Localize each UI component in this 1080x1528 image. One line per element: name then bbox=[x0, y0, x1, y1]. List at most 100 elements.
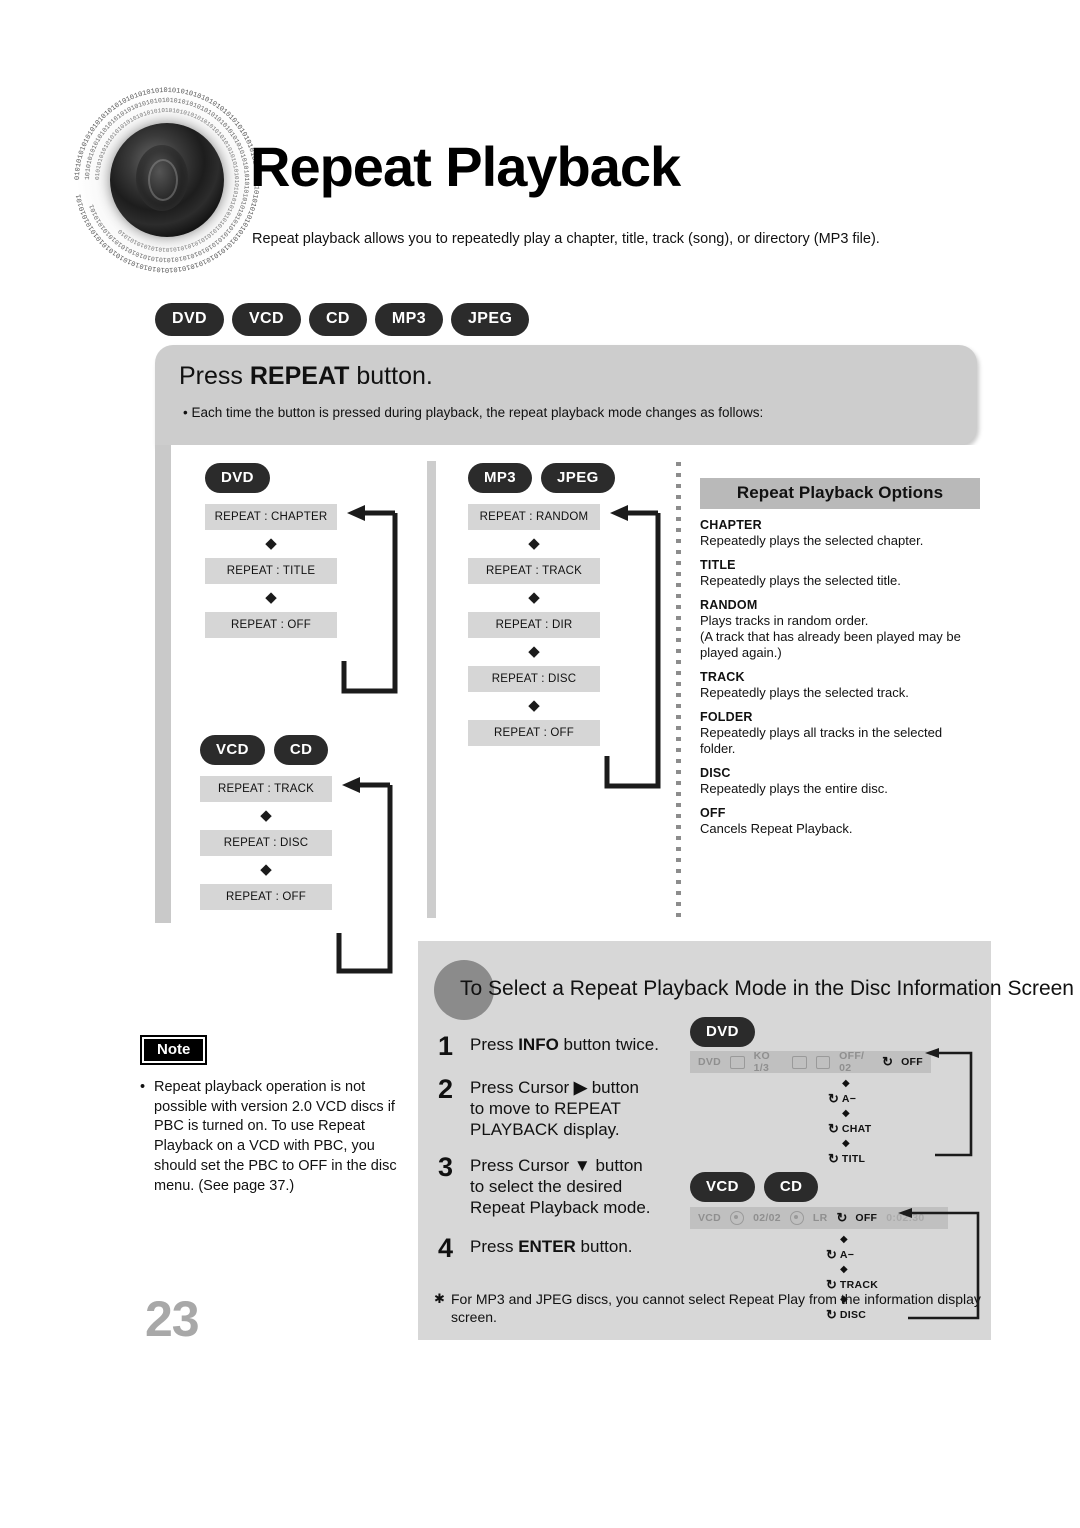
osd-dvd-chain-item-1: ↻ A− bbox=[828, 1090, 872, 1107]
flow-dvd-badges: DVD bbox=[205, 463, 337, 493]
osd-badge-cd: CD bbox=[763, 1172, 819, 1202]
option-term-disc: DISC bbox=[700, 765, 731, 780]
page-header: 0101010101010101010101010101010101010101… bbox=[0, 0, 1080, 300]
repeat-icon: ↻ bbox=[826, 1276, 837, 1292]
page-subtitle: Repeat playback allows you to repeatedly… bbox=[252, 231, 880, 247]
chain-label: A− bbox=[839, 1248, 855, 1261]
flow-mp3-step-1: REPEAT : RANDOM bbox=[468, 504, 600, 530]
column-divider bbox=[427, 461, 436, 918]
option-term-random: RANDOM bbox=[700, 597, 758, 612]
flow-vcd-step-1: REPEAT : TRACK bbox=[200, 776, 332, 802]
disc-badge-mp3: MP3 bbox=[374, 303, 443, 336]
option-entry: OFF Cancels Repeat Playback. bbox=[700, 806, 980, 837]
dolby-digital-icon bbox=[792, 1055, 807, 1069]
caption-icon bbox=[815, 1055, 831, 1069]
disc-badge-jpeg: JPEG bbox=[451, 303, 530, 336]
repeat-icon: ↻ bbox=[882, 1054, 893, 1069]
osd-vcd-cd-badges: VCD CD bbox=[690, 1172, 819, 1202]
step-4-prefix: Press bbox=[470, 1237, 519, 1256]
step-2-number: 2 bbox=[438, 1074, 454, 1104]
dotted-divider bbox=[676, 462, 681, 917]
option-def-chapter: Repeatedly plays the selected chapter. bbox=[700, 533, 924, 548]
step-1-prefix: Press bbox=[470, 1035, 519, 1054]
step-3-number: 3 bbox=[438, 1152, 454, 1182]
osd-vcd-chain-item-1: ↻ A− bbox=[826, 1246, 878, 1263]
flow-dvd: DVD REPEAT : CHAPTER ◆ REPEAT : TITLE ◆ … bbox=[205, 463, 398, 694]
step-4-suffix: button. bbox=[575, 1237, 633, 1256]
flow-mp3-step-3: REPEAT : DIR bbox=[468, 612, 600, 638]
press-repeat-panel: Press REPEAT button. • Each time the but… bbox=[155, 345, 977, 445]
flow-badge-mp3: MP3 bbox=[468, 463, 533, 493]
step-4: 4 Press ENTER button. bbox=[438, 1233, 688, 1263]
osd-vcd-field-disc: VCD bbox=[698, 1212, 722, 1224]
osd-dvd-field-angle: OFF/ 02 bbox=[839, 1050, 865, 1074]
page-number: 23 bbox=[145, 1291, 200, 1347]
disc-info-title: To Select a Repeat Playback Mode in the … bbox=[460, 977, 1074, 1000]
osd-dvd-loop-arrow bbox=[925, 1048, 973, 1157]
osd-vcd-repeat-value: OFF bbox=[855, 1212, 878, 1224]
flow-vcd-cd: VCD CD REPEAT : TRACK ◆ REPEAT : DISC ◆ … bbox=[200, 735, 393, 974]
osd-dvd-chain: ◆ ↻ A− ◆ ↻ CHAT ◆ ↻ TITL bbox=[828, 1077, 872, 1167]
cursor-right-icon: ▶ bbox=[573, 1078, 587, 1097]
option-entry: DISC Repeatedly plays the entire disc. bbox=[700, 766, 980, 797]
heading-bold: REPEAT bbox=[249, 362, 350, 390]
osd-dvd-chain-item-2: ↻ CHAT bbox=[828, 1120, 872, 1137]
flow-vcd-step-2: REPEAT : DISC bbox=[200, 830, 332, 856]
flow-badge-vcd: VCD bbox=[200, 735, 265, 765]
flow-arrow-icon: ◆ bbox=[265, 589, 277, 606]
note-label: Note bbox=[140, 1035, 208, 1065]
chain-arrow-icon: ◆ bbox=[840, 1294, 848, 1305]
left-gray-rail bbox=[155, 445, 171, 923]
option-term-track: TRACK bbox=[700, 669, 745, 684]
flow-badge-cd: CD bbox=[273, 735, 329, 765]
flow-arrow-icon: ◆ bbox=[528, 643, 540, 660]
note-block: Note Repeat playback operation is not po… bbox=[140, 1035, 400, 1196]
options-panel-title: Repeat Playback Options bbox=[700, 478, 980, 509]
step-1-number: 1 bbox=[438, 1031, 454, 1061]
flow-vcd-cd-badges: VCD CD bbox=[200, 735, 332, 765]
flow-dvd-step-1: REPEAT : CHAPTER bbox=[205, 504, 337, 530]
disc-badge-cd: CD bbox=[308, 303, 367, 336]
flow-arrow-icon: ◆ bbox=[265, 535, 277, 552]
press-repeat-heading: Press REPEAT button. bbox=[179, 362, 433, 391]
flow-arrow-icon: ◆ bbox=[528, 697, 540, 714]
chain-arrow-icon: ◆ bbox=[842, 1078, 850, 1089]
option-def-title: Repeatedly plays the selected title. bbox=[700, 572, 901, 588]
flow-dvd-step-3: REPEAT : OFF bbox=[205, 612, 337, 638]
repeat-icon: ↻ bbox=[836, 1210, 847, 1225]
headphone-icon bbox=[789, 1211, 804, 1225]
step-1-suffix: button twice. bbox=[558, 1035, 659, 1054]
osd-dvd-field-disc: DVD bbox=[698, 1056, 722, 1068]
option-term-chapter: CHAPTER bbox=[700, 518, 762, 532]
chain-label: CHAT bbox=[841, 1122, 872, 1135]
option-def-track: Repeatedly plays the selected track. bbox=[700, 684, 909, 700]
press-repeat-bullet: • Each time the button is pressed during… bbox=[183, 405, 764, 420]
osd-vcd-field-track: 02/02 bbox=[753, 1212, 781, 1224]
flow-arrow-icon: ◆ bbox=[260, 861, 272, 878]
flow-dvd-step-2: REPEAT : TITLE bbox=[205, 558, 337, 584]
flow-badge-dvd: DVD bbox=[205, 463, 270, 493]
repeat-icon: ↻ bbox=[828, 1090, 839, 1106]
osd-vcd-cd-loop-arrow bbox=[898, 1208, 980, 1320]
step-2-text: Press Cursor ▶ button to move to REPEAT … bbox=[470, 1078, 688, 1141]
osd-badge-dvd: DVD bbox=[690, 1017, 755, 1047]
option-def-disc: Repeatedly plays the entire disc. bbox=[700, 780, 888, 796]
repeat-icon: ↻ bbox=[826, 1246, 837, 1262]
chain-label: TITL bbox=[841, 1152, 866, 1165]
disc-information-panel: To Select a Repeat Playback Mode in the … bbox=[418, 941, 1074, 1340]
speaker-disc-artwork: 0101010101010101010101010101010101010101… bbox=[72, 85, 262, 275]
chain-label: DISC bbox=[839, 1308, 867, 1321]
chain-arrow-icon: ◆ bbox=[840, 1234, 848, 1245]
flow-mp3-step-4: REPEAT : DISC bbox=[468, 666, 600, 692]
repeat-icon: ↻ bbox=[828, 1150, 839, 1166]
repeat-icon: ↻ bbox=[828, 1120, 839, 1136]
disc-badge-vcd: VCD bbox=[231, 303, 301, 336]
step-1-text: Press INFO button twice. bbox=[470, 1035, 688, 1056]
osd-vcd-field-audio: LR bbox=[812, 1212, 828, 1224]
osd-dvd-bar: DVD KO 1/3 OFF/ 02 ↻ OFF bbox=[690, 1050, 931, 1074]
osd-vcd-chain-item-2: ↻ TRACK bbox=[826, 1276, 878, 1293]
option-entry: TITLE Repeatedly plays the selected titl… bbox=[700, 558, 980, 589]
subtitle-icon bbox=[730, 1055, 745, 1069]
flow-arrow-icon: ◆ bbox=[260, 807, 272, 824]
step-2-prefix: Press Cursor bbox=[470, 1078, 574, 1097]
